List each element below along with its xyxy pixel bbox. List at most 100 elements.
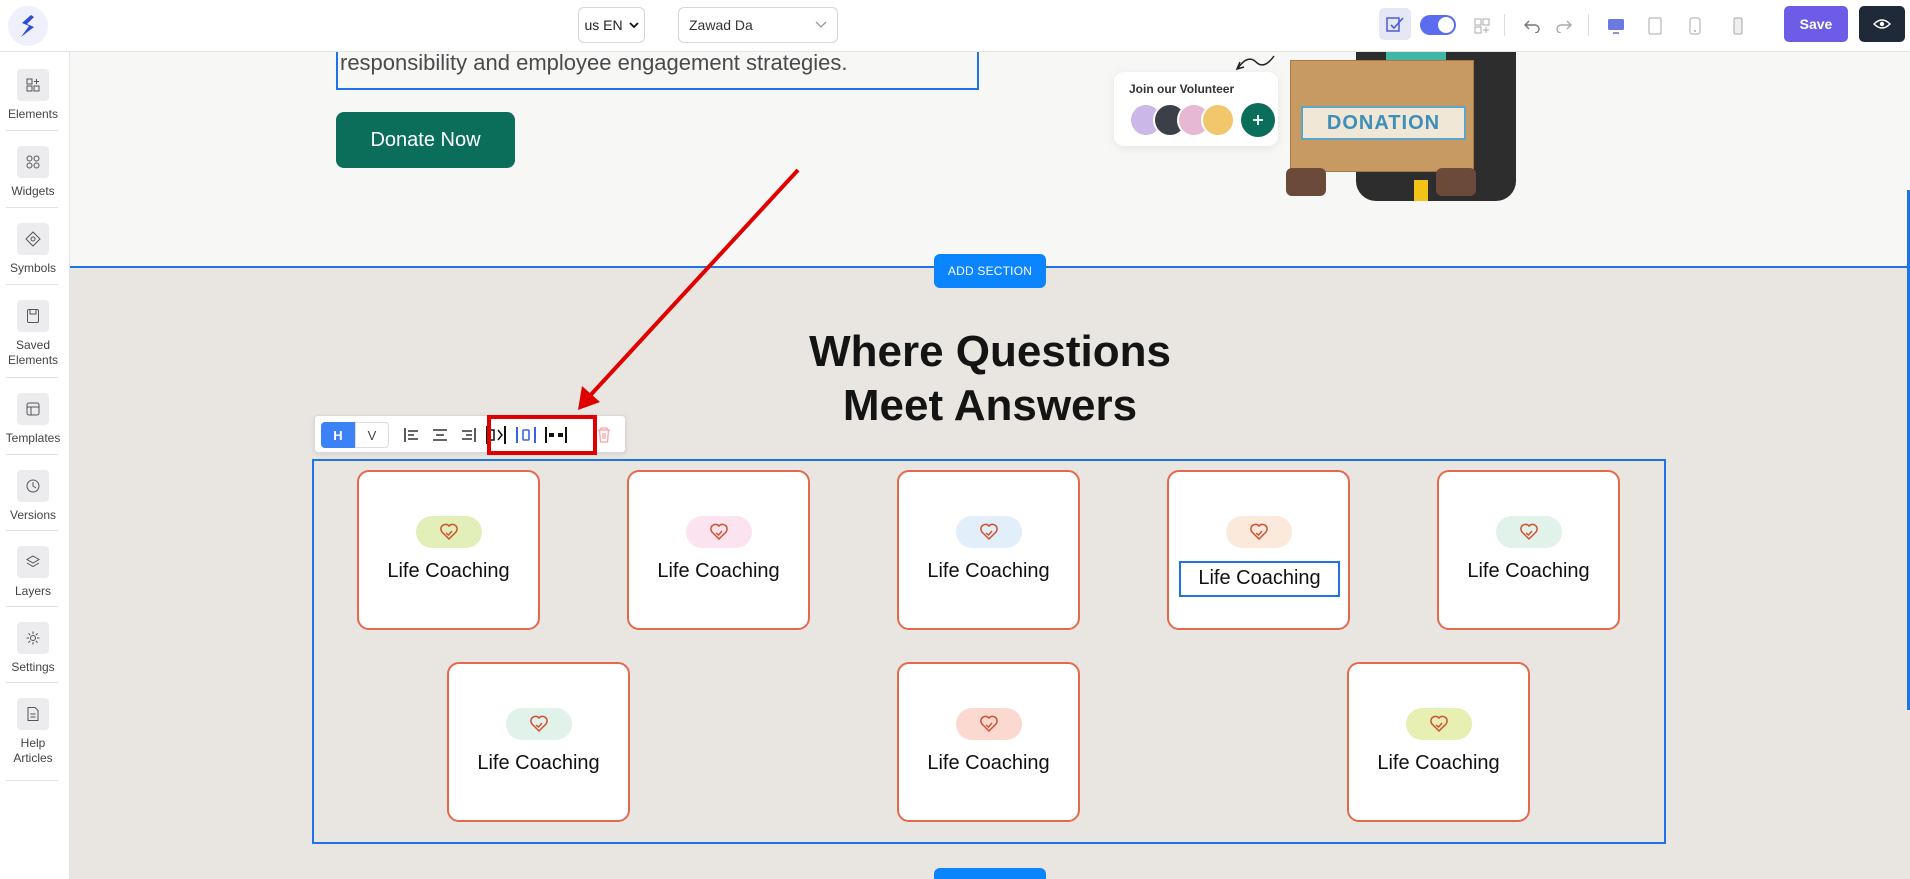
donate-now-button[interactable]: Donate Now — [336, 112, 515, 168]
hero-text-block[interactable]: responsibility and employee engagement s… — [336, 52, 979, 90]
card-label[interactable]: Life Coaching — [899, 560, 1078, 583]
sidebar-item-layers[interactable]: Layers — [0, 546, 66, 599]
divider — [6, 284, 58, 285]
eye-icon — [1873, 19, 1891, 29]
save-button[interactable]: Save — [1784, 6, 1848, 42]
donation-photo: DONATION — [1286, 52, 1520, 201]
app-logo[interactable] — [8, 6, 48, 46]
pill-badge — [956, 516, 1022, 548]
card-label[interactable]: Life Coaching — [1439, 560, 1618, 583]
align-center-button[interactable] — [427, 422, 453, 448]
tablet-icon — [1648, 17, 1662, 35]
toggle-knob — [1438, 17, 1454, 33]
undo-icon — [1524, 20, 1540, 33]
heart-hand-icon — [710, 523, 728, 541]
annotation-arrow-icon — [578, 168, 800, 410]
divider — [6, 130, 58, 131]
service-card[interactable]: Life Coaching — [1347, 662, 1530, 822]
pill-badge — [1406, 708, 1472, 740]
sidebar-item-symbols[interactable]: Symbols — [0, 223, 66, 276]
sidebar-item-label: Elements — [7, 107, 59, 121]
sidebar-item-versions[interactable]: Versions — [0, 470, 66, 523]
language-value: us EN — [584, 17, 623, 33]
mobile-icon — [1733, 17, 1743, 35]
add-section-button[interactable]: ADD SECTION — [934, 254, 1046, 288]
divider — [6, 682, 58, 683]
service-card[interactable]: Life Coaching — [897, 662, 1080, 822]
pill-badge — [686, 516, 752, 548]
card-label[interactable]: Life Coaching — [629, 560, 808, 583]
service-card[interactable]: Life Coaching — [897, 470, 1080, 630]
divider — [1588, 14, 1589, 36]
mode-toggle[interactable] — [1420, 15, 1456, 35]
sidebar-item-settings[interactable]: Settings — [0, 622, 66, 675]
service-card[interactable]: Life Coaching — [1167, 470, 1350, 630]
symbols-icon — [17, 223, 49, 255]
language-select[interactable]: us EN — [578, 7, 645, 43]
layers-icon — [17, 546, 49, 578]
align-left-icon — [404, 428, 418, 442]
card-label[interactable]: Life Coaching — [359, 560, 538, 583]
align-center-icon — [433, 429, 447, 441]
service-card[interactable]: Life Coaching — [1437, 470, 1620, 630]
shirt-detail — [1414, 180, 1428, 201]
help-articles-icon — [17, 698, 49, 730]
pill-badge — [416, 516, 482, 548]
squiggle-arrow-icon — [1235, 55, 1275, 71]
annotation-highlight-box — [487, 415, 597, 455]
heart-hand-icon — [530, 715, 548, 733]
volunteer-card[interactable]: Join our Volunteer — [1114, 72, 1278, 146]
volunteer-title: Join our Volunteer — [1129, 82, 1235, 96]
saved-elements-icon — [17, 300, 49, 332]
tablet-landscape-button[interactable] — [1641, 12, 1669, 40]
heart-hand-icon — [1520, 523, 1538, 541]
user-select-value: Zawad Da — [689, 17, 753, 33]
settings-icon — [17, 622, 49, 654]
pill-badge — [1226, 516, 1292, 548]
add-section-button-partial[interactable] — [934, 868, 1046, 879]
service-card[interactable]: Life Coaching — [447, 662, 630, 822]
align-left-button[interactable] — [399, 422, 425, 448]
heart-hand-icon — [1430, 715, 1448, 733]
logo-icon — [21, 15, 34, 37]
card-label[interactable]: Life Coaching — [899, 752, 1078, 775]
sidebar-item-templates[interactable]: Templates — [0, 393, 66, 446]
service-card[interactable]: Life Coaching — [357, 470, 540, 630]
sidebar-item-saved-elements[interactable]: Saved Elements — [0, 300, 66, 368]
hero-section[interactable]: responsibility and employee engagement s… — [70, 52, 1910, 266]
redo-button[interactable] — [1550, 12, 1578, 40]
user-select[interactable]: Zawad Da — [678, 7, 838, 43]
sidebar-item-label: Widgets — [11, 184, 55, 198]
sidebar-item-help-articles[interactable]: Help Articles — [0, 698, 66, 766]
card-label-selected[interactable]: Life Coaching — [1179, 561, 1340, 597]
horizontal-layout-button[interactable]: H — [321, 422, 355, 448]
tablet-portrait-button[interactable] — [1681, 12, 1709, 40]
heart-hand-icon — [980, 523, 998, 541]
left-sidebar: Elements Widgets Symbols Saved Elements … — [0, 52, 70, 879]
add-volunteer-button[interactable] — [1241, 103, 1275, 137]
trash-icon — [598, 427, 610, 443]
redo-icon — [1556, 20, 1572, 33]
grid-layout-button[interactable] — [1468, 12, 1496, 40]
align-right-icon — [462, 428, 476, 442]
divider — [1504, 14, 1505, 36]
vertical-layout-button[interactable]: V — [355, 422, 389, 448]
preview-button[interactable] — [1859, 6, 1905, 42]
services-grid[interactable]: Life Coaching Life Coaching Life Coachin… — [312, 459, 1666, 844]
card-label[interactable]: Life Coaching — [1349, 752, 1528, 775]
plus-icon — [1253, 115, 1263, 125]
card-label[interactable]: Life Coaching — [449, 752, 628, 775]
align-right-button[interactable] — [455, 422, 481, 448]
service-card[interactable]: Life Coaching — [627, 470, 810, 630]
sidebar-item-widgets[interactable]: Widgets — [0, 146, 66, 199]
hand — [1286, 168, 1326, 196]
phone-icon — [1689, 17, 1701, 35]
avatar — [1201, 103, 1235, 137]
templates-icon — [17, 393, 49, 425]
desktop-view-button[interactable] — [1602, 12, 1630, 40]
checklist-toggle-button[interactable] — [1379, 8, 1411, 40]
sidebar-item-elements[interactable]: Elements — [0, 69, 66, 122]
mobile-view-button[interactable] — [1724, 12, 1752, 40]
chevron-down-icon — [628, 21, 639, 28]
undo-button[interactable] — [1518, 12, 1546, 40]
